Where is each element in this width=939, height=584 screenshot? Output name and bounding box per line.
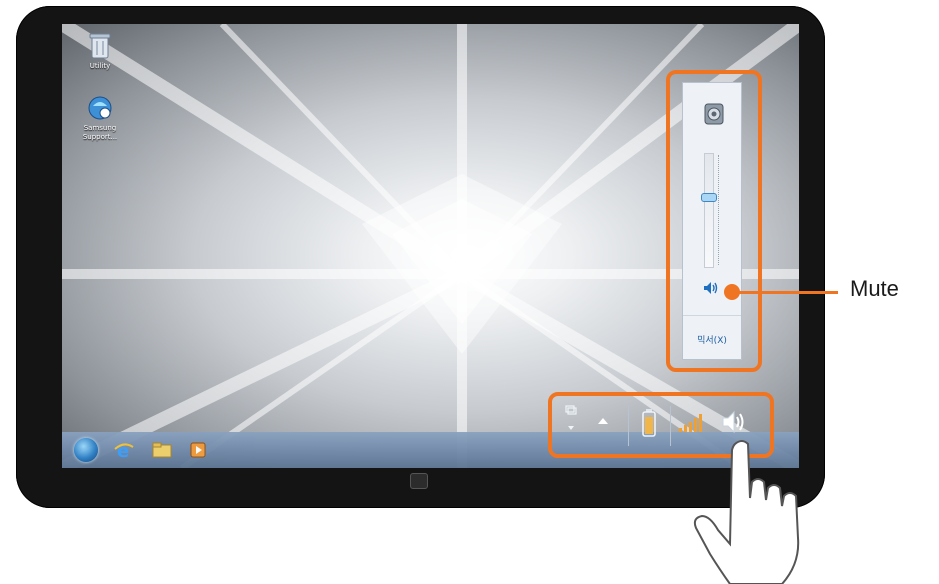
- windows-home-button[interactable]: [410, 473, 428, 489]
- desktop-icon-utility[interactable]: Utility: [76, 32, 124, 71]
- windows-start-orb[interactable]: [74, 438, 98, 462]
- mute-callout-line: [738, 291, 838, 294]
- desktop-icon-label: Utility: [89, 62, 111, 70]
- desktop-icon-samsung-support[interactable]: Samsung Support...: [76, 94, 124, 142]
- mute-callout-label: Mute: [850, 276, 899, 301]
- hand-pointer-icon: [693, 440, 800, 584]
- volume-flyout-highlight: [666, 70, 762, 372]
- file-explorer-icon[interactable]: [152, 440, 172, 460]
- samsung-support-icon: [88, 96, 112, 120]
- desktop-icon-label: Samsung Support...: [82, 124, 118, 141]
- recycle-bin-icon: [89, 33, 111, 59]
- media-player-icon[interactable]: [188, 440, 208, 460]
- internet-explorer-icon[interactable]: e: [114, 440, 134, 460]
